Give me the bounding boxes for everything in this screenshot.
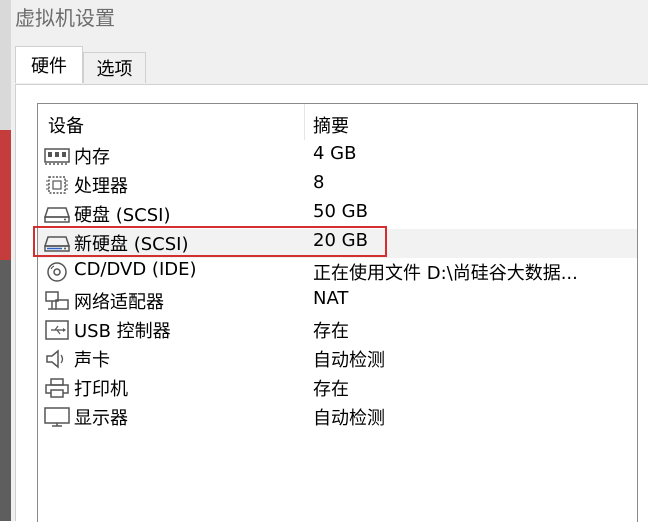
device-summary: 自动检测 (313, 408, 385, 429)
monitor-icon (43, 406, 71, 428)
speaker-icon (43, 348, 71, 370)
device-row-display[interactable]: 显示器 自动检测 (38, 403, 637, 432)
tab-hardware[interactable]: 硬件 (15, 46, 83, 83)
device-summary: NAT (313, 288, 349, 309)
list-header: 设备 摘要 (38, 104, 637, 140)
cd-dvd-icon (43, 261, 71, 283)
device-name: 显示器 (74, 408, 128, 429)
device-summary: 存在 (313, 321, 349, 342)
background-window-segment (0, 0, 11, 130)
device-summary: 50 GB (313, 201, 368, 222)
usb-icon (43, 319, 71, 341)
cpu-icon (43, 174, 71, 196)
printer-icon (43, 377, 71, 399)
device-row-sound-card[interactable]: 声卡 自动检测 (38, 345, 637, 374)
device-name: 新硬盘 (SCSI) (74, 234, 189, 255)
device-row-hard-disk[interactable]: 硬盘 (SCSI) 50 GB (38, 200, 637, 229)
device-name: 网络适配器 (74, 292, 164, 313)
device-name: 硬盘 (SCSI) (74, 205, 171, 226)
device-summary: 自动检测 (313, 350, 385, 371)
hardware-panel: 设备 摘要 内存 4 GB 处理器 8 硬盘 (SCSI) 50 GB 新硬盘 … (15, 84, 648, 522)
device-name: CD/DVD (IDE) (74, 259, 197, 280)
column-header-summary[interactable]: 摘要 (313, 112, 349, 138)
device-row-usb-controller[interactable]: USB 控制器 存在 (38, 316, 637, 345)
tab-options[interactable]: 选项 (83, 52, 146, 83)
device-name: 声卡 (74, 350, 110, 371)
background-window-segment (0, 130, 11, 260)
device-summary: 正在使用文件 D:\尚硅谷大数据... (313, 263, 578, 284)
device-name: 处理器 (74, 176, 128, 197)
device-summary: 4 GB (313, 143, 357, 164)
network-adapter-icon (43, 290, 71, 312)
device-row-printer[interactable]: 打印机 存在 (38, 374, 637, 403)
device-list[interactable]: 设备 摘要 内存 4 GB 处理器 8 硬盘 (SCSI) 50 GB 新硬盘 … (33, 103, 638, 522)
device-name: 内存 (74, 147, 110, 168)
device-row-network-adapter[interactable]: 网络适配器 NAT (38, 287, 637, 316)
column-separator[interactable] (304, 104, 305, 140)
device-row-new-hard-disk[interactable]: 新硬盘 (SCSI) 20 GB (33, 226, 637, 258)
device-summary: 存在 (313, 379, 349, 400)
device-row-cd-dvd[interactable]: CD/DVD (IDE) 正在使用文件 D:\尚硅谷大数据... (38, 258, 637, 287)
device-summary: 20 GB (313, 230, 368, 251)
hard-disk-icon (43, 203, 71, 225)
hard-disk-icon (43, 232, 71, 254)
column-header-device[interactable]: 设备 (48, 112, 84, 138)
device-row-memory[interactable]: 内存 4 GB (38, 142, 637, 171)
device-name: 打印机 (74, 379, 128, 400)
background-window-edge (0, 0, 11, 521)
background-window-segment (0, 260, 11, 521)
window-title: 虚拟机设置 (15, 6, 115, 30)
device-summary: 8 (313, 172, 325, 193)
device-name: USB 控制器 (74, 321, 171, 342)
memory-icon (43, 145, 71, 167)
device-row-processor[interactable]: 处理器 8 (38, 171, 637, 200)
vm-settings-dialog: 虚拟机设置 硬件 选项 设备 摘要 内存 4 GB 处理器 8 硬盘 (SCSI… (11, 0, 648, 522)
